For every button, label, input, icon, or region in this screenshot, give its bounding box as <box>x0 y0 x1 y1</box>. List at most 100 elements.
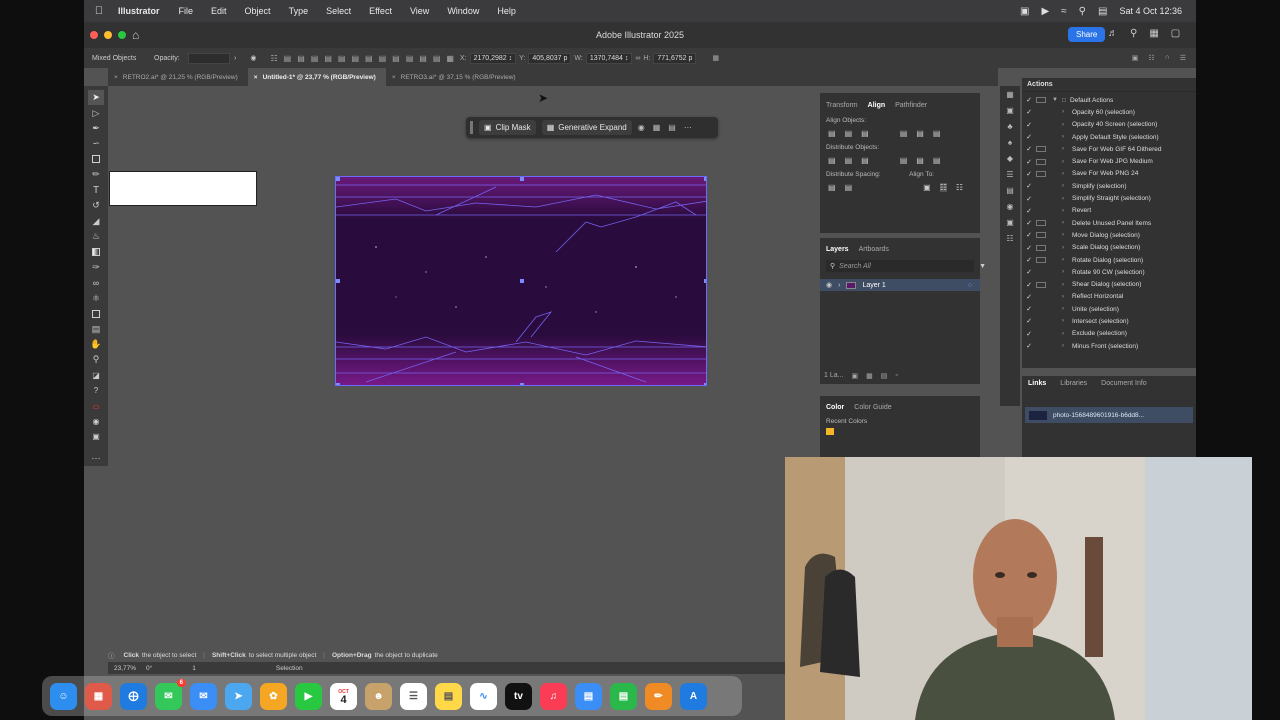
action-row[interactable]: ✓ › Scale Dialog (selection) <box>1022 242 1196 254</box>
check-icon[interactable]: ✓ <box>1022 256 1036 264</box>
expand-action-icon[interactable]: › <box>1062 208 1072 214</box>
menubar-clock[interactable]: Sat 4 Oct 12:36 <box>1119 6 1182 16</box>
artboard-tool[interactable] <box>88 306 104 321</box>
safari-icon[interactable]: ⨁ <box>120 682 147 710</box>
expand-action-icon[interactable]: › <box>1062 220 1072 226</box>
artboard-number[interactable]: 1 <box>192 665 196 672</box>
layer-target-icon[interactable]: ○ <box>968 282 972 289</box>
opacity-chevron-icon[interactable]: › <box>234 55 236 62</box>
calendar-icon[interactable]: OCT 4 <box>330 682 357 710</box>
lines-icon[interactable]: ☰ <box>1006 170 1013 179</box>
align-to-selection-icon[interactable]: ▣ <box>923 183 931 192</box>
panel-align-right-icon[interactable]: ▤ <box>861 129 869 138</box>
distribute-vcenter-icon[interactable]: ▤ <box>419 54 427 63</box>
expand-action-icon[interactable]: › <box>1062 146 1072 152</box>
dialog-toggle-box[interactable] <box>1036 97 1046 104</box>
close-tab-icon[interactable]: × <box>114 74 118 81</box>
distribute-right-icon[interactable]: ▤ <box>392 54 400 63</box>
doc-tab-retro2[interactable]: × RETRO2.ai* @ 21,25 % (RGB/Preview) <box>108 68 248 86</box>
finder-icon[interactable]: ☺ <box>50 682 77 710</box>
swap-colors[interactable]: ? <box>88 383 104 398</box>
check-icon[interactable]: ✓ <box>1022 305 1036 313</box>
reminders-icon[interactable]: ☰ <box>400 682 427 710</box>
type-tool[interactable]: T <box>88 183 104 198</box>
grid-align-icon[interactable]: ☷ <box>270 54 277 63</box>
action-row[interactable]: ✓ › Reflect Horizontal <box>1022 291 1196 303</box>
dialog-toggle-box[interactable] <box>1036 257 1046 263</box>
expand-action-icon[interactable]: › <box>1062 109 1072 115</box>
tab-transform[interactable]: Transform <box>826 102 858 109</box>
spacing-horizontal-icon[interactable]: ▤ <box>845 183 853 192</box>
layer-row[interactable]: ◉ › Layer 1 ○ <box>820 279 980 291</box>
contacts-icon[interactable]: ☻ <box>365 682 392 710</box>
expand-action-icon[interactable]: › <box>1062 196 1072 202</box>
zoom-tool[interactable]: ⚲ <box>88 352 104 367</box>
expand-action-icon[interactable]: › <box>1062 245 1072 251</box>
rotate-tool[interactable]: ↺ <box>88 198 104 213</box>
align-left-icon[interactable]: ▤ <box>284 54 292 63</box>
check-icon[interactable]: ✓ <box>1022 330 1036 338</box>
tab-links[interactable]: Links <box>1028 380 1046 387</box>
menu-help[interactable]: Help <box>488 6 525 16</box>
draw-mode[interactable]: ◉ <box>88 414 104 429</box>
action-row[interactable]: ✓ › Revert <box>1022 205 1196 217</box>
check-icon[interactable]: ✓ <box>1022 281 1036 289</box>
spacing-vertical-icon[interactable]: ▤ <box>828 183 836 192</box>
dialog-toggle-box[interactable] <box>1036 220 1046 227</box>
tab-layers[interactable]: Layers <box>826 246 849 253</box>
panel-dist-vcenter-icon[interactable]: ▤ <box>845 156 853 165</box>
check-icon[interactable]: ✓ <box>1022 145 1036 153</box>
align-top-icon[interactable]: ▤ <box>324 54 332 63</box>
panel-align-bottom-icon[interactable]: ▤ <box>933 129 941 138</box>
check-icon[interactable]: ✓ <box>1022 195 1036 203</box>
opacity-input[interactable] <box>188 52 230 64</box>
action-row[interactable]: ✓ › Intersect (selection) <box>1022 315 1196 327</box>
transform-icon[interactable]: ▦ <box>712 54 719 62</box>
check-icon[interactable]: ✓ <box>1022 342 1036 350</box>
menu-app-name[interactable]: Illustrator <box>114 6 170 16</box>
libraries-icon[interactable]: ▣ <box>1006 106 1014 115</box>
dialog-toggle-box[interactable] <box>1036 158 1046 165</box>
doc-tab-retro3[interactable]: × RETRO3.ai* @ 37,15 % (RGB/Preview) <box>386 68 526 86</box>
panel-dist-right-icon[interactable]: ▤ <box>933 156 941 165</box>
appearance-icon[interactable]: ▣ <box>1006 218 1014 227</box>
filter-icon[interactable]: ▼ <box>979 263 986 270</box>
rotation-value[interactable]: 0° <box>146 665 152 672</box>
share-button[interactable]: Share <box>1068 27 1106 42</box>
align-right-icon[interactable]: ▤ <box>311 54 319 63</box>
action-row[interactable]: ✓ › Save For Web GIF 64 Dithered <box>1022 143 1196 155</box>
messages-icon[interactable]: ✉ 6 <box>155 678 186 710</box>
notes-icon[interactable]: ▤ <box>435 682 462 710</box>
pen-tool[interactable]: ✒ <box>88 121 104 136</box>
blend-tool[interactable]: ∞ <box>88 275 104 290</box>
check-icon[interactable]: ✓ <box>1022 268 1036 276</box>
check-icon[interactable]: ✓ <box>1022 244 1036 252</box>
panel-align-vcenter-icon[interactable]: ▤ <box>916 129 924 138</box>
expand-action-icon[interactable]: › <box>1062 294 1072 300</box>
selection-tool[interactable]: ➤ <box>88 90 104 106</box>
control-center-icon[interactable]: ▤ <box>1098 6 1107 17</box>
pixel-snap-icon[interactable]: ☷ <box>1148 54 1154 62</box>
selected-artwork[interactable] <box>335 176 707 386</box>
action-row[interactable]: ✓ › Exclude (selection) <box>1022 328 1196 340</box>
h-input[interactable]: 771,6752 p <box>653 52 697 64</box>
fill-stroke-swatch[interactable]: ◪ <box>88 368 104 383</box>
expand-action-icon[interactable]: › <box>1062 257 1072 263</box>
check-icon[interactable]: ✓ <box>1022 170 1036 178</box>
action-row[interactable]: ✓ › Shear Dialog (selection) <box>1022 278 1196 290</box>
check-icon[interactable]: ✓ <box>1022 96 1036 104</box>
warp-tool[interactable]: ♨ <box>88 229 104 244</box>
recolor-icon[interactable]: ◉ <box>250 54 256 62</box>
check-icon[interactable]: ✓ <box>1022 219 1036 227</box>
maps-icon[interactable]: ➤ <box>225 682 252 710</box>
drag-handle[interactable] <box>470 121 473 134</box>
menu-object[interactable]: Object <box>236 6 280 16</box>
menu-effect[interactable]: Effect <box>360 6 401 16</box>
action-row[interactable]: ✓ › Simplify Straight (selection) <box>1022 192 1196 204</box>
symbols-icon[interactable]: ♠ <box>1008 138 1012 147</box>
x-input[interactable]: 2170,2982 ↕ <box>469 52 517 64</box>
expand-layer-icon[interactable]: › <box>838 282 840 289</box>
arrange-icon[interactable]: ▢ <box>1171 28 1180 39</box>
dialog-toggle-box[interactable] <box>1036 146 1046 153</box>
check-icon[interactable]: ✓ <box>1022 182 1036 190</box>
